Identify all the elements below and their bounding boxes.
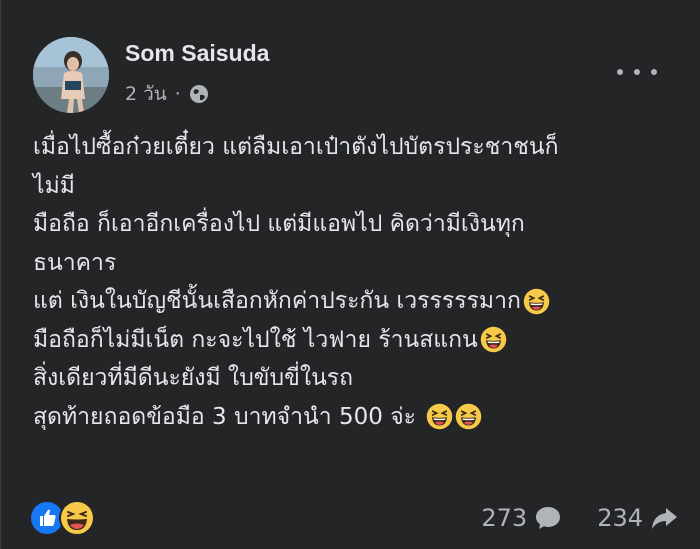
author-name[interactable]: Som Saisuda — [125, 40, 269, 67]
post-body: เมื่อไปซื้อก๋วยเตี๋ยว แต่ลืมเอาเป๋าตังไป… — [33, 128, 673, 436]
globe-icon[interactable] — [189, 84, 209, 104]
post-line: แต่ เงินในบัญชีนั้นเสือกหักค่าประกัน เวร… — [33, 282, 673, 321]
laughing-emoji-icon — [426, 403, 453, 430]
post-line: สุดท้ายถอดข้อมือ 3 บาทจำนำ 500 จ่ะ — [33, 398, 673, 437]
line-text: มือถือก็ไม่มีเน็ต กะจะไปใช้ ไวฟาย ร้านสแ… — [33, 326, 478, 353]
line-text: มือถือ ก็เอาอีกเครื่องไป แต่มีแอพไป คิดว… — [33, 211, 525, 237]
post-line: ธนาคาร — [33, 244, 673, 283]
laughing-emoji-icon — [523, 288, 550, 315]
haha-reaction-icon[interactable] — [59, 500, 95, 536]
post-time[interactable]: 2 วัน — [125, 79, 167, 109]
dot-icon — [617, 69, 623, 75]
comment-icon[interactable] — [533, 503, 563, 533]
comment-count[interactable]: 273 — [481, 504, 527, 532]
line-text: แต่ เงินในบัญชีนั้นเสือกหักค่าประกัน เวร… — [33, 288, 521, 314]
laughing-emoji-icon — [455, 403, 482, 430]
post-meta: 2 วัน · — [125, 80, 209, 108]
engagement-counts: 273 234 — [481, 502, 679, 534]
line-text: ไม่มี — [33, 172, 75, 199]
line-text: สิ่งเดียวที่มีดีนะยังมี ใบขับขี่ในรถ — [33, 365, 354, 391]
line-text: ธนาคาร — [33, 249, 117, 276]
post-card: Som Saisuda 2 วัน · เมื่อไปซื้อก๋วยเตี๋ย… — [0, 0, 700, 549]
line-text: สุดท้ายถอดข้อมือ 3 บาทจำนำ 500 จ่ะ — [33, 403, 417, 430]
meta-separator: · — [174, 83, 181, 105]
post-footer: 273 234 — [29, 496, 679, 540]
dot-icon — [634, 69, 640, 75]
post-line: ไม่มี — [33, 167, 673, 206]
post-line: มือถือ ก็เอาอีกเครื่องไป แต่มีแอพไป คิดว… — [33, 205, 673, 244]
share-count[interactable]: 234 — [597, 504, 643, 532]
post-line: มือถือก็ไม่มีเน็ต กะจะไปใช้ ไวฟาย ร้านสแ… — [33, 321, 673, 360]
dot-icon — [651, 69, 657, 75]
share-icon[interactable] — [649, 503, 679, 533]
post-line: สิ่งเดียวที่มีดีนะยังมี ใบขับขี่ในรถ — [33, 359, 673, 398]
post-line: เมื่อไปซื้อก๋วยเตี๋ยว แต่ลืมเอาเป๋าตังไป… — [33, 128, 673, 167]
laughing-emoji-icon — [480, 326, 507, 353]
avatar[interactable] — [33, 37, 109, 113]
more-options-icon[interactable] — [617, 62, 657, 82]
line-text: เมื่อไปซื้อก๋วยเตี๋ยว แต่ลืมเอาเป๋าตังไป… — [33, 134, 559, 160]
